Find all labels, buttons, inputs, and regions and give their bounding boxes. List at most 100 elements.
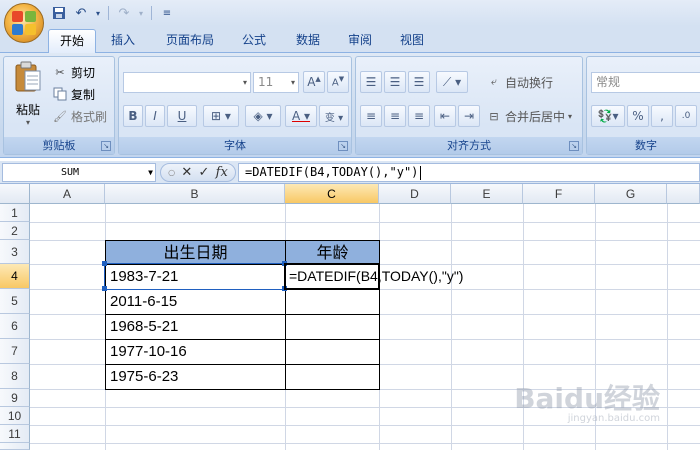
worksheet-grid[interactable]: A B C D E F G 1 2 3 4 5 6 7 8 9 10 11 出生… xyxy=(0,184,700,450)
column-header-a[interactable]: A xyxy=(30,184,105,204)
wrap-text-button[interactable]: ⤶ 自动换行 xyxy=(486,72,553,92)
row-header-7[interactable]: 7 xyxy=(0,339,30,364)
align-right-button[interactable]: ≡ xyxy=(408,105,430,127)
cell-b7[interactable]: 1977-10-16 xyxy=(106,340,187,364)
comma-style-button[interactable]: , xyxy=(651,105,673,127)
separator xyxy=(108,6,109,20)
accounting-format-button[interactable]: 💱▾ xyxy=(591,105,625,127)
row-header-9[interactable]: 9 xyxy=(0,389,30,407)
column-header-f[interactable]: F xyxy=(523,184,595,204)
row-header-2[interactable]: 2 xyxy=(0,222,30,240)
row-header-3[interactable]: 3 xyxy=(0,240,30,264)
bold-button[interactable]: B xyxy=(123,105,143,127)
column-header-b[interactable]: B xyxy=(105,184,285,204)
copy-button[interactable]: 复制 xyxy=(52,84,95,104)
save-icon[interactable] xyxy=(50,4,68,22)
tab-data[interactable]: 数据 xyxy=(286,29,330,53)
number-group: 常规 💱▾ % , .0 数字 xyxy=(586,56,700,155)
cut-button[interactable]: ✂ 剪切 xyxy=(52,62,95,82)
decrease-indent-button[interactable]: ⇤ xyxy=(434,105,456,127)
column-header-c[interactable]: C xyxy=(285,184,379,204)
reference-handle[interactable] xyxy=(102,286,107,291)
name-box[interactable]: SUM ▼ xyxy=(2,163,156,182)
tab-insert[interactable]: 插入 xyxy=(101,29,145,53)
row-header-8[interactable]: 8 xyxy=(0,364,30,389)
column-header-d[interactable]: D xyxy=(379,184,451,204)
paste-label: 粘贴 xyxy=(15,103,40,117)
row-header-1[interactable]: 1 xyxy=(0,204,30,222)
cell-b8[interactable]: 1975-6-23 xyxy=(106,365,178,389)
formula-controls: ○ ✕ ✓ fx xyxy=(160,163,236,182)
grip-icon: ○ xyxy=(168,168,176,177)
cancel-icon[interactable]: ✕ xyxy=(181,165,192,180)
orientation-button[interactable]: ⟋ ▾ xyxy=(436,71,468,93)
grow-font-button[interactable]: A▲ xyxy=(303,71,325,93)
customize-icon[interactable]: ≡ xyxy=(158,4,176,22)
percent-button[interactable]: % xyxy=(627,105,649,127)
dialog-launcher-icon[interactable]: ↘ xyxy=(338,141,348,151)
formula-input[interactable]: =DATEDIF(B4,TODAY(),"y") xyxy=(238,163,700,182)
cell-b6[interactable]: 1968-5-21 xyxy=(106,315,178,339)
tab-home[interactable]: 开始 xyxy=(48,29,96,53)
insert-function-icon[interactable]: fx xyxy=(216,165,228,180)
redo-dropdown-icon[interactable]: ▾ xyxy=(137,4,145,22)
copy-label: 复制 xyxy=(71,87,96,102)
column-header-g[interactable]: G xyxy=(595,184,667,204)
undo-dropdown-icon[interactable]: ▾ xyxy=(94,4,102,22)
column-header-e[interactable]: E xyxy=(451,184,523,204)
row-header-11[interactable]: 11 xyxy=(0,425,30,443)
font-size-select[interactable]: 11 ▾ xyxy=(253,72,299,93)
row-header-6[interactable]: 6 xyxy=(0,314,30,339)
row-header-5[interactable]: 5 xyxy=(0,289,30,314)
reference-handle[interactable] xyxy=(102,261,107,266)
align-left-button[interactable]: ≡ xyxy=(360,105,382,127)
italic-button[interactable]: I xyxy=(145,105,165,127)
cell-c3-header[interactable]: 年龄 xyxy=(285,240,380,265)
format-painter-button[interactable]: 🖌 格式刷 xyxy=(52,106,107,126)
orientation-icon: ⟋ ▾ xyxy=(442,74,462,89)
number-format-select[interactable]: 常规 xyxy=(591,72,700,93)
enter-icon[interactable]: ✓ xyxy=(199,165,210,180)
formula-bar: SUM ▼ ○ ✕ ✓ fx =DATEDIF(B4,TODAY(),"y") xyxy=(0,161,700,184)
borders-button[interactable]: ⊞ ▾ xyxy=(203,105,239,127)
align-center-button[interactable]: ≡ xyxy=(384,105,406,127)
paste-icon xyxy=(15,61,41,92)
redo-icon[interactable]: ↷ xyxy=(115,4,133,22)
undo-icon[interactable]: ↶ xyxy=(72,4,90,22)
formula-text: =DATEDIF(B4,TODAY(),"y") xyxy=(245,165,419,179)
fill-color-button[interactable]: ◈ ▾ xyxy=(245,105,281,127)
separator xyxy=(151,6,152,20)
dialog-launcher-icon[interactable]: ↘ xyxy=(569,141,579,151)
phonetic-button[interactable]: 变 ▾ xyxy=(319,105,349,127)
align-top-button[interactable]: ☰ xyxy=(360,71,382,93)
paste-button[interactable]: 粘贴 ▾ xyxy=(8,61,48,131)
alignment-group: ☰ ☰ ☰ ⟋ ▾ ⤶ 自动换行 ≡ ≡ ≡ ⇤ ⇥ ⊟ 合并后居中 ▾ 对齐方… xyxy=(355,56,583,155)
copy-icon xyxy=(52,86,68,102)
tab-review[interactable]: 审阅 xyxy=(338,29,382,53)
select-all-button[interactable] xyxy=(0,184,30,204)
chevron-down-icon: ▾ xyxy=(568,111,573,121)
increase-decimal-button[interactable]: .0 xyxy=(675,105,697,127)
align-bottom-button[interactable]: ☰ xyxy=(408,71,430,93)
tab-view[interactable]: 视图 xyxy=(390,29,434,53)
increase-indent-button[interactable]: ⇥ xyxy=(458,105,480,127)
dialog-launcher-icon[interactable]: ↘ xyxy=(101,141,111,151)
shrink-font-button[interactable]: A▼ xyxy=(327,71,349,93)
row-header-10[interactable]: 10 xyxy=(0,407,30,425)
align-middle-button[interactable]: ☰ xyxy=(384,71,406,93)
ribbon-tabs: 开始 插入 页面布局 公式 数据 审阅 视图 xyxy=(0,26,700,53)
tab-page-layout[interactable]: 页面布局 xyxy=(155,29,225,53)
underline-button[interactable]: U xyxy=(167,105,197,127)
font-group-label: 字体 xyxy=(119,137,351,154)
row-header-4[interactable]: 4 xyxy=(0,264,30,289)
font-color-button[interactable]: A ▾ xyxy=(285,105,317,127)
merge-center-button[interactable]: ⊟ 合并后居中 ▾ xyxy=(486,106,572,126)
office-button[interactable] xyxy=(4,3,44,43)
cell-b3-header[interactable]: 出生日期 xyxy=(105,240,286,265)
font-name-select[interactable]: ▾ xyxy=(123,72,251,93)
cell-b5[interactable]: 2011-6-15 xyxy=(106,290,177,314)
merge-center-label: 合并后居中 xyxy=(505,109,566,124)
column-header-h[interactable] xyxy=(667,184,700,204)
row-header-12[interactable] xyxy=(0,443,30,450)
tab-formulas[interactable]: 公式 xyxy=(232,29,276,53)
